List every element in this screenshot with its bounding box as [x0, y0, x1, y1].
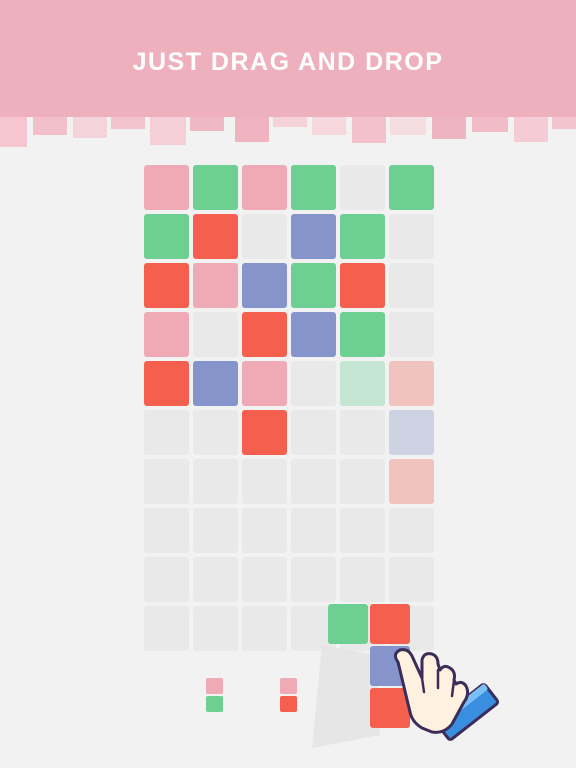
banner-drip [472, 117, 508, 132]
board-cell-block [389, 459, 434, 504]
board-cell-block [242, 361, 287, 406]
board-cell-empty [340, 557, 385, 602]
board-cell-block [144, 312, 189, 357]
board-cell-block [242, 312, 287, 357]
board-cell-block [340, 361, 385, 406]
banner-drip [33, 117, 67, 135]
board-cell-empty [193, 606, 238, 651]
banner-drip [73, 117, 107, 138]
board-cell-empty [193, 312, 238, 357]
banner-drip [552, 117, 576, 129]
board-cell-empty [242, 214, 287, 259]
banner-title: JUST DRAG AND DROP [132, 48, 444, 76]
board-cell-block [291, 214, 336, 259]
board-cell-empty [389, 557, 434, 602]
board-cell-empty [242, 557, 287, 602]
banner-drip [273, 117, 307, 127]
board-cell-block [340, 214, 385, 259]
board-cell-block [291, 263, 336, 308]
board-cell-empty [242, 508, 287, 553]
board-cell-empty [291, 410, 336, 455]
board-cell-block [242, 263, 287, 308]
board-cell-block [389, 361, 434, 406]
board-cell-block [389, 165, 434, 210]
dragged-block [370, 604, 410, 644]
board-cell-empty [242, 459, 287, 504]
board-cell-empty [144, 508, 189, 553]
game-screen: JUST DRAG AND DROP [0, 0, 576, 768]
board-cell-empty [340, 508, 385, 553]
board-cell-block [144, 214, 189, 259]
board-cell-block [144, 361, 189, 406]
board-cell-empty [389, 263, 434, 308]
board-cell-block [389, 410, 434, 455]
board-cell-block [291, 312, 336, 357]
banner-drip [235, 117, 269, 142]
board-cell-empty [389, 312, 434, 357]
board-cell-empty [193, 459, 238, 504]
board-cell-block [144, 263, 189, 308]
board-cell-empty [193, 508, 238, 553]
board-cell-empty [340, 459, 385, 504]
board-cell-empty [291, 459, 336, 504]
board-cell-block [144, 165, 189, 210]
board-cell-empty [389, 214, 434, 259]
board-cell-empty [193, 410, 238, 455]
banner-drip [190, 117, 224, 131]
board-cell-block [193, 214, 238, 259]
board-cell-block [242, 410, 287, 455]
board-cell-empty [193, 557, 238, 602]
banner-drip [432, 117, 466, 139]
board-cell-block [193, 263, 238, 308]
board-cell-empty [291, 508, 336, 553]
header-banner: JUST DRAG AND DROP [0, 0, 576, 117]
board-cell-block [291, 165, 336, 210]
banner-drip [352, 117, 386, 143]
banner-drip [0, 117, 27, 147]
board-cell-empty [144, 410, 189, 455]
tray-piece-block[interactable] [206, 696, 223, 712]
board-cell-empty [291, 361, 336, 406]
board-cell-block [340, 312, 385, 357]
banner-drip [150, 117, 186, 145]
board-cell-empty [144, 459, 189, 504]
board-cell-block [340, 263, 385, 308]
board-cell-empty [242, 606, 287, 651]
pointing-hand-icon [393, 648, 500, 741]
banner-drip [514, 117, 548, 142]
banner-drip [111, 117, 145, 129]
board-cell-empty [340, 410, 385, 455]
banner-drip [312, 117, 346, 135]
board-cell-empty [340, 165, 385, 210]
board-cell-block [193, 165, 238, 210]
board-cell-block [242, 165, 287, 210]
board-cell-block [193, 361, 238, 406]
board-cell-empty [291, 557, 336, 602]
board-cell-empty [389, 508, 434, 553]
tray-piece-block[interactable] [280, 696, 297, 712]
board-cell-empty [144, 557, 189, 602]
dragged-block [328, 604, 368, 644]
banner-drip [390, 117, 426, 135]
tray-piece-block[interactable] [280, 678, 297, 694]
tray-piece-block[interactable] [206, 678, 223, 694]
board-cell-empty [144, 606, 189, 651]
